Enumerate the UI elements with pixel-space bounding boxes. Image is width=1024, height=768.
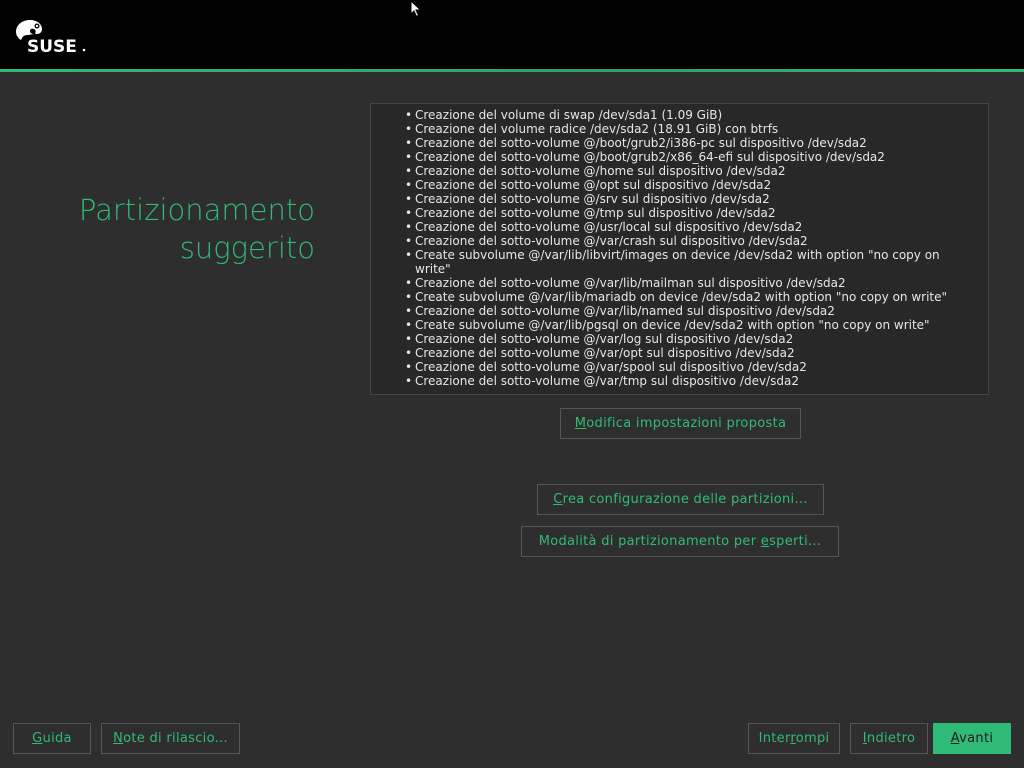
proposal-item: • Creazione del sotto-volume @/var/tmp su… — [371, 374, 988, 388]
bullet-icon: • — [405, 164, 413, 178]
back-button[interactable]: Indietro — [850, 723, 928, 754]
page-title: Partizionamento suggerito — [78, 193, 315, 265]
bullet-icon: • — [405, 360, 413, 374]
bullet-icon: • — [405, 346, 413, 360]
proposal-item: • Creazione del sotto-volume @/tmp sul di… — [371, 206, 988, 220]
proposal-item: • Create subvolume @/var/lib/pgsql on dev… — [371, 318, 988, 332]
bullet-icon: • — [405, 136, 413, 150]
proposal-item: • Creazione del sotto-volume @/home sul d… — [371, 164, 988, 178]
bullet-icon: • — [405, 318, 413, 332]
help-button[interactable]: Guida — [13, 723, 91, 754]
proposal-item-text: Creazione del sotto-volume @/var/spool s… — [415, 360, 807, 374]
proposal-item: • Creazione del sotto-volume @/var/crash … — [371, 234, 988, 248]
bullet-icon: • — [405, 304, 413, 318]
proposal-item-text: Create subvolume @/var/lib/pgsql on devi… — [415, 318, 930, 332]
mouse-cursor-icon — [410, 0, 422, 18]
proposal-item-text: Creazione del sotto-volume @/var/log sul… — [415, 332, 794, 346]
edit-proposal-settings-button[interactable]: Modifica impostazioni proposta — [560, 408, 801, 439]
bullet-icon: • — [405, 276, 413, 290]
proposal-item: • Creazione del sotto-volume @/srv sul di… — [371, 192, 988, 206]
bullet-icon: • — [405, 122, 413, 136]
proposal-item: • Creazione del sotto-volume @/var/lib/ma… — [371, 276, 988, 290]
bullet-icon: • — [405, 108, 413, 122]
proposal-item-text: Creazione del volume radice /dev/sda2 (1… — [415, 122, 779, 136]
bullet-icon: • — [405, 178, 413, 192]
bullet-icon: • — [405, 290, 413, 304]
proposal-item: • Creazione del sotto-volume @/opt sul di… — [371, 178, 988, 192]
proposal-item-text: Creazione del sotto-volume @/var/crash s… — [415, 234, 808, 248]
proposal-list: • Creazione del volume di swap /dev/sda1 … — [371, 104, 988, 388]
proposal-item-text: Creazione del sotto-volume @/var/lib/mai… — [415, 276, 846, 290]
proposal-item: • Creazione del sotto-volume @/boot/grub2… — [371, 136, 988, 150]
next-button[interactable]: Avanti — [933, 723, 1011, 754]
proposal-item: • Creazione del sotto-volume @/var/spool … — [371, 360, 988, 374]
suse-logo: SUSE — [16, 20, 86, 56]
bullet-icon: • — [405, 374, 413, 388]
bullet-icon: • — [405, 192, 413, 206]
proposal-item: • Creazione del sotto-volume @/boot/grub2… — [371, 150, 988, 164]
release-notes-button[interactable]: Note di rilascio... — [101, 723, 240, 754]
top-banner: SUSE — [0, 0, 1024, 69]
proposal-item: • Creazione del volume di swap /dev/sda1 … — [371, 108, 988, 122]
proposal-item: • Creazione del volume radice /dev/sda2 (… — [371, 122, 988, 136]
proposal-item-text: Creazione del sotto-volume @/home sul di… — [415, 164, 786, 178]
bullet-icon: • — [405, 206, 413, 220]
proposal-item: • Creazione del sotto-volume @/usr/local … — [371, 220, 988, 234]
bullet-icon: • — [405, 234, 413, 248]
proposal-item: • Creazione del sotto-volume @/var/lib/na… — [371, 304, 988, 318]
bullet-icon: • — [405, 248, 413, 262]
proposal-item-text: Creazione del sotto-volume @/var/lib/nam… — [415, 304, 835, 318]
proposal-item: • Creazione del sotto-volume @/var/log su… — [371, 332, 988, 346]
proposal-item-text: Creazione del volume di swap /dev/sda1 (… — [415, 108, 723, 122]
proposal-item-text: Creazione del sotto-volume @/tmp sul dis… — [415, 206, 776, 220]
proposal-item-text: Creazione del sotto-volume @/opt sul dis… — [415, 178, 772, 192]
proposal-item-text: Create subvolume @/var/lib/libvirt/image… — [415, 248, 940, 276]
proposal-item-text: Creazione del sotto-volume @/usr/local s… — [415, 220, 803, 234]
accent-stripe — [0, 69, 1024, 72]
proposal-item-text: Creazione del sotto-volume @/var/opt sul… — [415, 346, 795, 360]
proposal-item-text: Creazione del sotto-volume @/srv sul dis… — [415, 192, 770, 206]
proposal-item-text: Creazione del sotto-volume @/boot/grub2/… — [415, 150, 885, 164]
suse-logo-text: SUSE — [27, 37, 77, 56]
bullet-icon: • — [405, 150, 413, 164]
create-partition-setup-button[interactable]: Crea configurazione delle partizioni... — [537, 484, 824, 515]
proposal-summary[interactable]: • Creazione del volume di swap /dev/sda1 … — [370, 103, 989, 395]
proposal-item-text: Creazione del sotto-volume @/boot/grub2/… — [415, 136, 867, 150]
proposal-item-text: Create subvolume @/var/lib/mariadb on de… — [415, 290, 948, 304]
proposal-item: • Create subvolume @/var/lib/mariadb on d… — [371, 290, 988, 304]
proposal-item: • Creazione del sotto-volume @/var/opt su… — [371, 346, 988, 360]
expert-partitioner-button[interactable]: Modalità di partizionamento per esperti.… — [521, 526, 839, 557]
bullet-icon: • — [405, 332, 413, 346]
proposal-item: • Create subvolume @/var/lib/libvirt/imag… — [371, 248, 988, 276]
abort-button[interactable]: Interrompi — [748, 723, 840, 754]
bullet-icon: • — [405, 220, 413, 234]
proposal-item-text: Creazione del sotto-volume @/var/tmp sul… — [415, 374, 799, 388]
